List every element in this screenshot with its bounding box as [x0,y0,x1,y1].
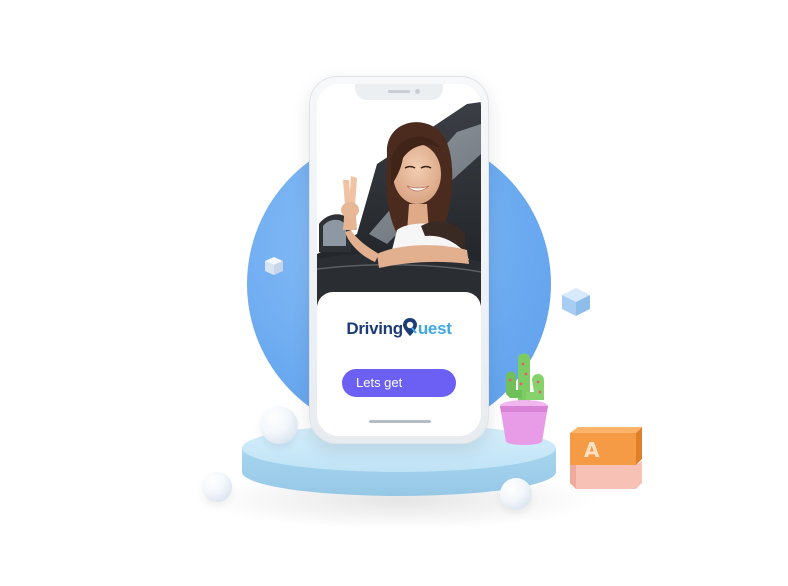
phone-mockup: Driving uest Lets get [309,76,489,444]
logo-text-primary: Driving [346,319,403,338]
app-screen: Driving uest Lets get [317,84,481,436]
phone-notch [355,84,443,100]
sphere-behind-phone [260,406,298,444]
illustration-scene: Driving uest Lets get A [0,0,788,586]
floating-cube-left [265,257,283,275]
block-letter: A [584,438,600,462]
sphere-left [202,472,232,502]
home-indicator [369,420,431,423]
phone-speaker [388,90,410,93]
hero-photo [317,84,481,306]
letter-block: A [570,427,642,489]
cactus-plant [500,353,548,445]
floating-cube-right [562,288,590,316]
logo-text-accent: uest [417,319,452,338]
welcome-card: Driving uest Lets get [317,292,481,436]
app-logo: Driving uest [317,318,481,341]
phone-camera [415,89,420,94]
map-pin-icon [403,318,418,341]
sphere-right [500,478,532,510]
get-started-button[interactable]: Lets get [342,369,456,397]
